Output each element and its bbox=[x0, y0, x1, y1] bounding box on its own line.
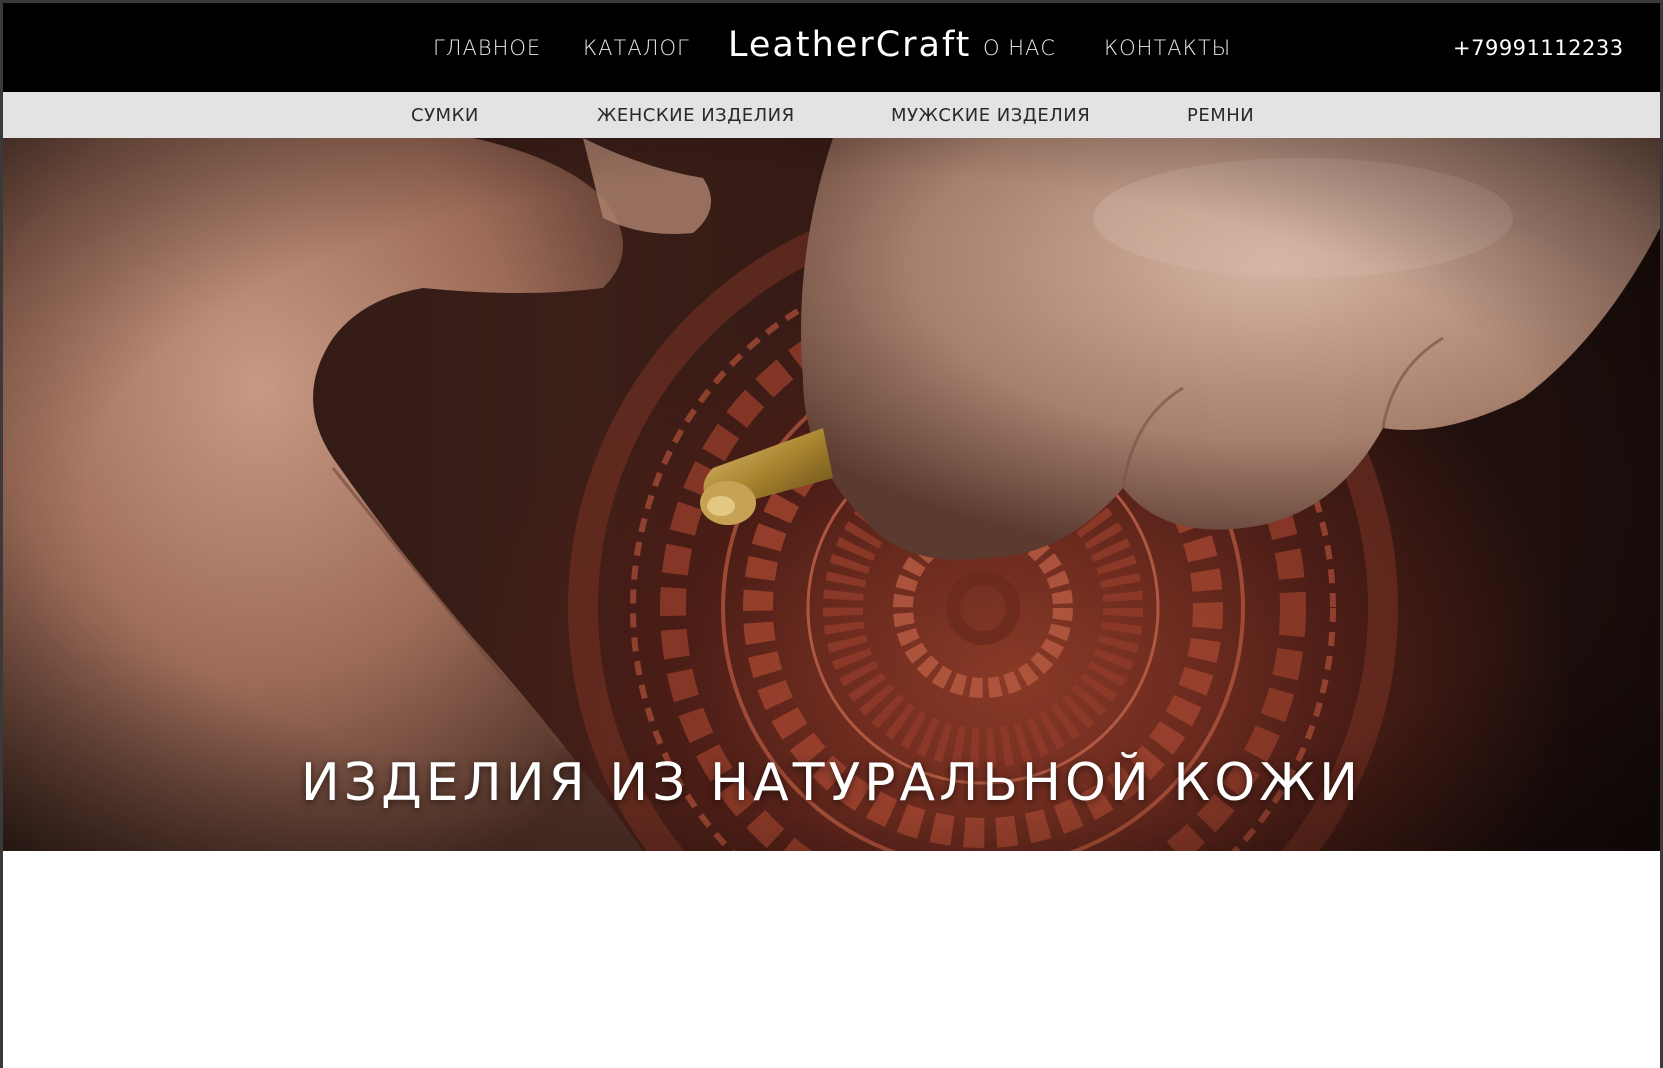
hero-image bbox=[3, 138, 1660, 851]
content-area bbox=[3, 851, 1660, 1068]
category-women[interactable]: ЖЕНСКИЕ ИЗДЕЛИЯ bbox=[597, 105, 795, 126]
page-frame: ГЛАВНОЕ КАТАЛОГ LeatherCraft О НАС КОНТА… bbox=[3, 3, 1660, 1068]
category-men[interactable]: МУЖСКИЕ ИЗДЕЛИЯ bbox=[891, 105, 1090, 126]
hero-banner: ИЗДЕЛИЯ ИЗ НАТУРАЛЬНОЙ КОЖИ bbox=[3, 138, 1660, 851]
hero-title: ИЗДЕЛИЯ ИЗ НАТУРАЛЬНОЙ КОЖИ bbox=[300, 753, 1363, 813]
category-belts[interactable]: РЕМНИ bbox=[1187, 105, 1254, 126]
category-bags[interactable]: СУМКИ bbox=[411, 105, 479, 126]
nav-link-about[interactable]: О НАС bbox=[983, 36, 1056, 60]
nav-link-contacts[interactable]: КОНТАКТЫ bbox=[1104, 36, 1231, 60]
site-logo[interactable]: LeatherCraft bbox=[728, 25, 971, 65]
category-nav: СУМКИ ЖЕНСКИЕ ИЗДЕЛИЯ МУЖСКИЕ ИЗДЕЛИЯ РЕ… bbox=[3, 92, 1660, 138]
nav-link-home[interactable]: ГЛАВНОЕ bbox=[433, 36, 541, 60]
nav-link-catalog[interactable]: КАТАЛОГ bbox=[583, 36, 690, 60]
site-header: ГЛАВНОЕ КАТАЛОГ LeatherCraft О НАС КОНТА… bbox=[3, 3, 1660, 92]
phone-link[interactable]: +79991112233 bbox=[1453, 36, 1624, 60]
